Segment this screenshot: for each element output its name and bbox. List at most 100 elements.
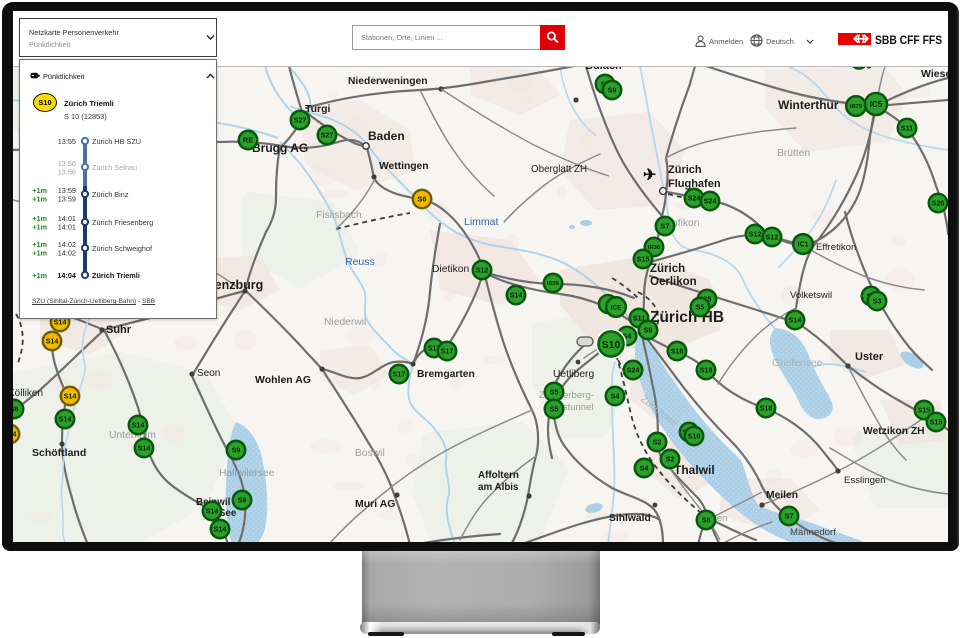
svg-text:Schöftland: Schöftland — [32, 447, 86, 459]
svg-text:Bremgarten: Bremgarten — [417, 369, 475, 380]
svg-text:S17: S17 — [393, 370, 406, 379]
svg-text:Wiesend: Wiesend — [921, 68, 948, 80]
svg-text:S24: S24 — [627, 366, 640, 375]
svg-text:S12: S12 — [749, 230, 762, 239]
svg-text:Volketswil: Volketswil — [790, 290, 832, 301]
svg-text:Zürich HB SZU: Zürich HB SZU — [92, 137, 141, 146]
svg-text:Turgi: Turgi — [305, 103, 331, 115]
svg-text:S24: S24 — [704, 197, 717, 206]
svg-text:Affoltern: Affoltern — [478, 470, 519, 481]
svg-text:Seon: Seon — [197, 368, 220, 379]
svg-text:Zürich Binz: Zürich Binz — [92, 190, 129, 199]
svg-text:S4: S4 — [611, 392, 620, 401]
svg-text:Niederweningen: Niederweningen — [348, 76, 428, 87]
svg-text:S10: S10 — [602, 339, 621, 351]
svg-text:14:02: 14:02 — [58, 249, 76, 258]
svg-text:14:01: 14:01 — [58, 214, 76, 223]
svg-text:S9: S9 — [232, 446, 241, 455]
svg-text:+1m: +1m — [32, 223, 47, 232]
svg-text:Greifensee: Greifensee — [772, 358, 823, 369]
svg-text:Reuss: Reuss — [345, 256, 375, 268]
svg-text:S5: S5 — [696, 303, 705, 312]
svg-text:S14: S14 — [138, 444, 151, 453]
svg-text:Uetliberg: Uetliberg — [553, 369, 594, 380]
svg-text:13:56: 13:56 — [58, 159, 76, 168]
svg-text:S7: S7 — [660, 222, 669, 231]
svg-text:S14: S14 — [64, 392, 77, 401]
svg-text:Muri AG: Muri AG — [355, 498, 395, 510]
svg-text:+1m: +1m — [32, 249, 47, 258]
svg-text:+1m: +1m — [32, 214, 47, 223]
svg-text:S3: S3 — [873, 297, 882, 306]
svg-text:Sihlwald: Sihlwald — [609, 513, 651, 524]
svg-text:IC5: IC5 — [870, 100, 883, 109]
svg-text:ICE: ICE — [611, 304, 622, 311]
svg-text:14:02: 14:02 — [58, 240, 76, 249]
svg-text:S15: S15 — [918, 406, 931, 415]
svg-text:Niederwil: Niederwil — [324, 317, 366, 328]
svg-text:Wetzikon ZH: Wetzikon ZH — [863, 426, 925, 437]
svg-text:S18: S18 — [671, 347, 684, 356]
svg-text:Suhr: Suhr — [106, 324, 132, 336]
svg-text:S16: S16 — [688, 432, 701, 441]
svg-text:+1m: +1m — [32, 240, 47, 249]
svg-text:S15: S15 — [637, 255, 650, 264]
svg-text:S24: S24 — [688, 194, 701, 203]
svg-text:S8: S8 — [13, 405, 18, 414]
svg-text:Wettingen: Wettingen — [379, 161, 429, 172]
svg-text:S6: S6 — [417, 195, 426, 204]
svg-text:S14: S14 — [132, 421, 145, 430]
svg-text:S2: S2 — [653, 438, 662, 447]
svg-text:14:01: 14:01 — [58, 223, 76, 232]
svg-text:14:04: 14:04 — [57, 271, 77, 280]
svg-text:+1m: +1m — [32, 186, 47, 195]
svg-text:S14: S14 — [13, 430, 16, 439]
svg-text:Oberglatt ZH: Oberglatt ZH — [531, 164, 587, 175]
svg-text:Zürich: Zürich — [668, 164, 702, 176]
svg-text:S7: S7 — [785, 512, 794, 521]
svg-text:S27: S27 — [321, 131, 334, 140]
svg-text:Thalwil: Thalwil — [674, 463, 715, 477]
svg-text:Fislisbach: Fislisbach — [316, 210, 362, 221]
svg-text:13:55: 13:55 — [58, 137, 76, 146]
svg-text:Winterthur: Winterthur — [778, 98, 839, 112]
svg-text:S9: S9 — [238, 496, 247, 505]
svg-text:Brütten: Brütten — [777, 148, 810, 159]
svg-text:RE: RE — [243, 136, 253, 145]
svg-text:S14: S14 — [214, 525, 227, 534]
svg-text:am Albis: am Albis — [478, 482, 519, 493]
svg-text:Zürich Selnau: Zürich Selnau — [92, 163, 137, 172]
svg-text:S14: S14 — [789, 316, 802, 325]
svg-text:+1m: +1m — [32, 195, 47, 204]
svg-text:Effretikon: Effretikon — [816, 242, 856, 253]
svg-text:S14: S14 — [510, 291, 523, 300]
svg-text:Wohlen AG: Wohlen AG — [255, 374, 311, 386]
svg-text:S14: S14 — [59, 415, 72, 424]
svg-text:Baden: Baden — [368, 129, 405, 143]
svg-text:IR75: IR75 — [850, 104, 863, 110]
svg-text:S12: S12 — [766, 233, 779, 242]
svg-text:✈: ✈ — [643, 167, 656, 184]
svg-text:S18: S18 — [760, 404, 773, 413]
svg-text:S8: S8 — [702, 516, 711, 525]
svg-text:S26: S26 — [932, 199, 945, 208]
svg-text:Boswil: Boswil — [355, 448, 385, 459]
svg-text:S5: S5 — [550, 405, 559, 414]
svg-text:S9: S9 — [608, 86, 617, 95]
svg-text:S14: S14 — [46, 337, 59, 346]
svg-text:S14: S14 — [206, 507, 219, 516]
svg-text:Dietikon: Dietikon — [432, 264, 469, 275]
svg-text:Oerlikon: Oerlikon — [650, 276, 697, 288]
svg-text:Zürich Friesenberg: Zürich Friesenberg — [92, 218, 153, 227]
svg-text:Uster: Uster — [855, 351, 884, 363]
svg-text:Zürich Schweighof: Zürich Schweighof — [92, 244, 153, 253]
svg-text:Meilen: Meilen — [766, 490, 798, 501]
svg-text:Hallwilersee: Hallwilersee — [219, 468, 275, 479]
svg-text:Esslingen: Esslingen — [844, 475, 886, 486]
svg-text:13:56: 13:56 — [58, 168, 76, 177]
svg-text:Kölliken: Kölliken — [13, 388, 43, 399]
svg-text:S11: S11 — [901, 124, 913, 133]
svg-text:S27: S27 — [294, 116, 307, 125]
svg-text:IC1: IC1 — [798, 242, 809, 249]
svg-text:S4: S4 — [640, 464, 649, 473]
